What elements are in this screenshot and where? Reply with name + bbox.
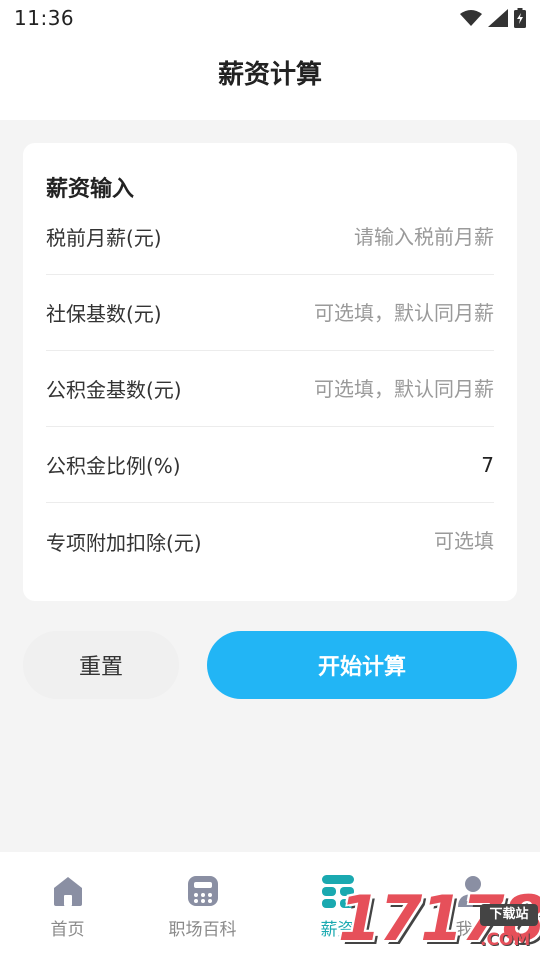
watermark-badge: 下载站 — [480, 904, 538, 926]
form-row-social-base: 社保基数(元) — [46, 275, 494, 351]
form-rows: 税前月薪(元) 社保基数(元) 公积金基数(元) 公积金比例(%) 专项附加扣除… — [46, 199, 494, 579]
calculate-button[interactable]: 开始计算 — [207, 631, 517, 699]
fund-rate-input[interactable] — [264, 452, 494, 477]
signal-icon — [488, 9, 508, 27]
fund-base-input[interactable] — [264, 376, 494, 401]
form-row-fund-base: 公积金基数(元) — [46, 351, 494, 427]
watermark-domain: .COM — [480, 930, 531, 950]
home-icon — [53, 876, 82, 906]
special-deduction-input[interactable] — [264, 529, 494, 553]
battery-charging-icon — [514, 8, 526, 28]
pretax-salary-input[interactable] — [264, 224, 494, 249]
page-header: 薪资计算 — [0, 36, 540, 120]
social-base-input[interactable] — [264, 300, 494, 325]
status-time: 11:36 — [14, 6, 75, 30]
wifi-icon — [460, 10, 482, 26]
page-title: 薪资计算 — [217, 59, 322, 90]
fund-rate-label: 公积金比例(%) — [46, 454, 181, 478]
social-base-label: 社保基数(元) — [46, 302, 162, 326]
special-deduction-label: 专项附加扣除(元) — [46, 530, 202, 555]
fund-base-label: 公积金基数(元) — [46, 378, 182, 402]
reset-button[interactable]: 重置 — [23, 631, 179, 699]
tab-encyclopedia-label: 职场百科 — [168, 919, 237, 940]
form-row-pretax-salary: 税前月薪(元) — [46, 199, 494, 275]
tab-encyclopedia[interactable]: 职场百科 — [135, 852, 270, 960]
tab-home-label: 首页 — [50, 919, 85, 940]
pretax-salary-label: 税前月薪(元) — [46, 226, 162, 250]
tab-home[interactable]: 首页 — [0, 852, 135, 960]
form-row-fund-rate: 公积金比例(%) — [46, 427, 494, 503]
status-icons — [460, 8, 526, 28]
watermark-logo: 17178 下载站 .COM — [318, 878, 540, 960]
status-bar: 11:36 — [0, 0, 540, 36]
calculator-icon — [187, 875, 218, 906]
salary-input-card: 薪资输入 税前月薪(元) 社保基数(元) 公积金基数(元) 公积金比例(%) 专… — [23, 143, 517, 601]
form-row-special-deduction: 专项附加扣除(元) — [46, 503, 494, 579]
